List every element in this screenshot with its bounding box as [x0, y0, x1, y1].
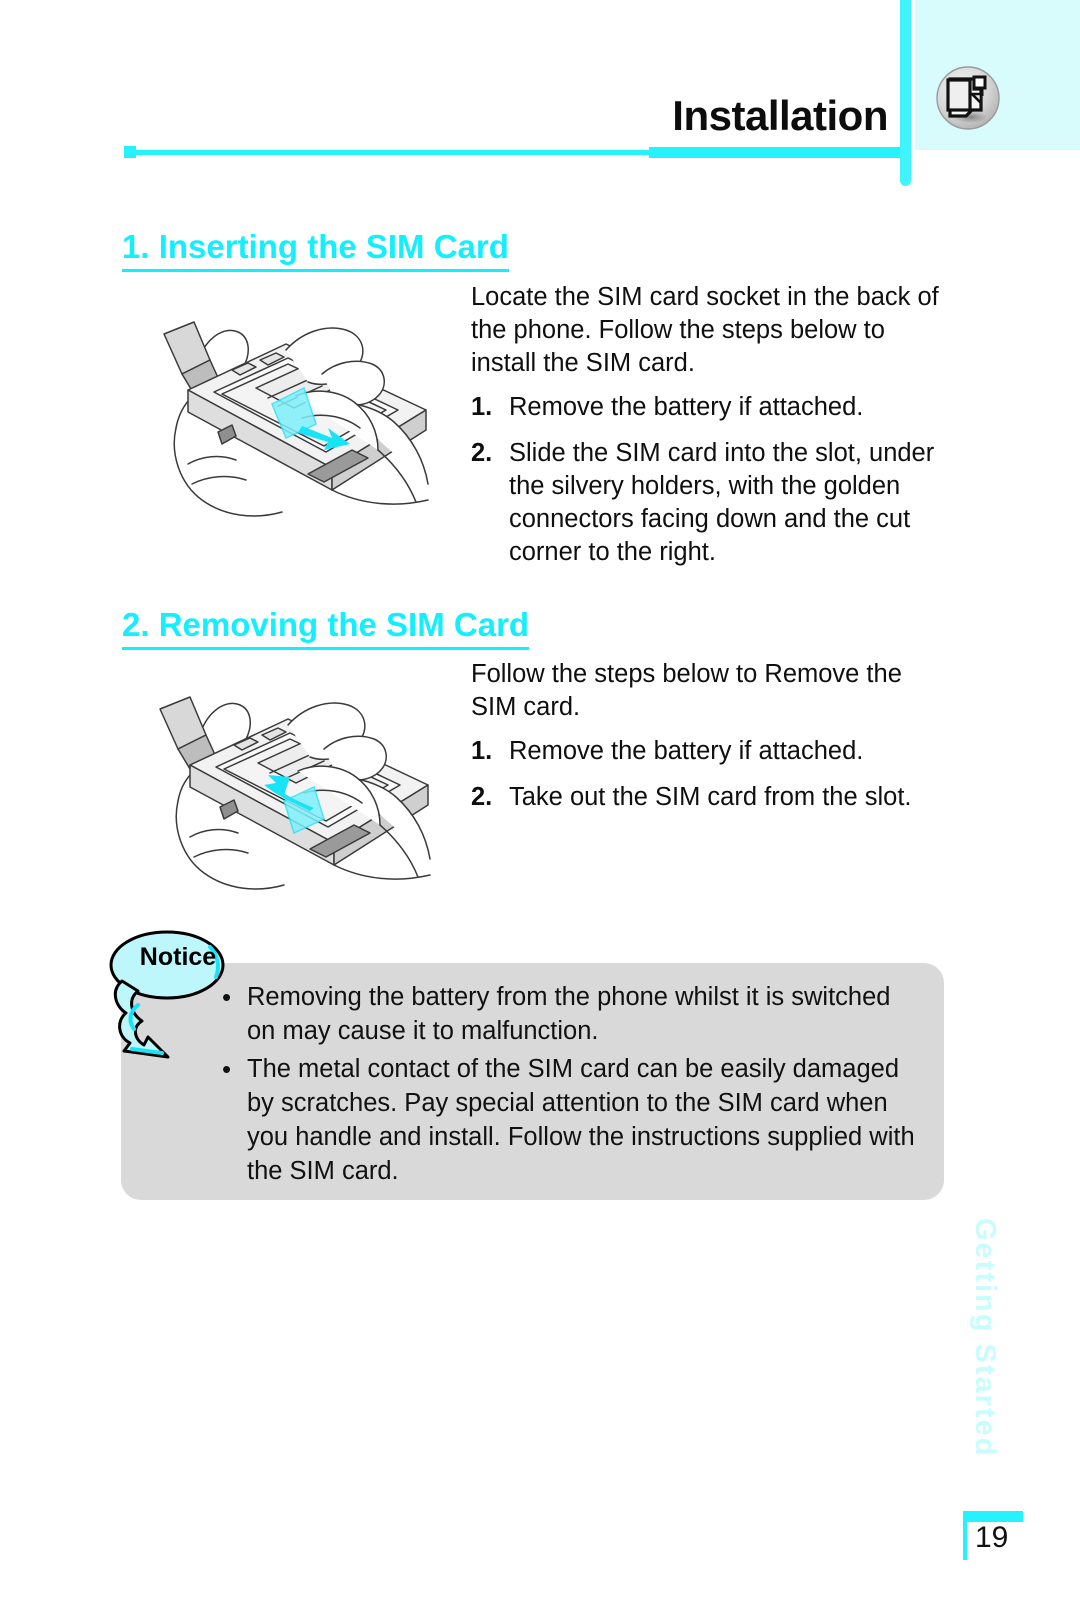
page-title: Installation [672, 92, 888, 139]
step-text: Remove the battery if attached. [509, 737, 864, 765]
list-item: 1. Remove the battery if attached. [471, 735, 951, 768]
section-2-steps: 1. Remove the battery if attached. 2. Ta… [471, 735, 951, 827]
step-number: 1. [471, 393, 493, 421]
section-heading-inserting-sim-card: 1. Inserting the SIM Card [122, 228, 509, 272]
bullet-icon: • [222, 1054, 232, 1084]
bullet-icon: • [222, 982, 232, 1012]
step-text: Slide the SIM card into the slot, under … [509, 439, 935, 566]
section-heading-removing-sim-card: 2. Removing the SIM Card [122, 606, 530, 650]
header-vertical-rule [900, 0, 911, 186]
list-item: • Removing the battery from the phone wh… [222, 980, 922, 1048]
section-2-intro-text: Follow the steps below to Remove the SIM… [471, 660, 902, 721]
list-item: 2. Slide the SIM card into the slot, und… [471, 437, 951, 569]
list-item: 1. Remove the battery if attached. [471, 391, 951, 424]
list-item: 2. Take out the SIM card from the slot. [471, 781, 951, 814]
step-text: Take out the SIM card from the slot. [509, 783, 912, 811]
list-item: • The metal contact of the SIM card can … [222, 1052, 922, 1188]
step-text: Remove the battery if attached. [509, 393, 864, 421]
page-number-rule [963, 1522, 967, 1560]
document-page-icon [934, 64, 1002, 132]
notice-item-text: Removing the battery from the phone whil… [247, 983, 891, 1045]
section-1-intro-text: Locate the SIM card socket in the back o… [471, 283, 939, 377]
notice-label: Notice [139, 943, 217, 971]
sim-remove-illustration [134, 655, 464, 905]
step-number: 2. [471, 783, 493, 811]
header-rule-thick [649, 147, 900, 158]
sim-insert-illustration [136, 278, 466, 530]
side-tab-getting-started: Getting Started [969, 1218, 1001, 1458]
page-number: 19 [975, 1521, 1009, 1554]
header-rule-thin [131, 150, 649, 155]
notice-item-text: The metal contact of the SIM card can be… [247, 1055, 915, 1185]
section-1-steps: 1. Remove the battery if attached. 2. Sl… [471, 391, 951, 582]
step-number: 2. [471, 439, 493, 467]
step-number: 1. [471, 737, 493, 765]
notice-list: • Removing the battery from the phone wh… [222, 980, 922, 1192]
manual-page: Installation 1. Inserting the SIM Card L… [0, 0, 1080, 1621]
